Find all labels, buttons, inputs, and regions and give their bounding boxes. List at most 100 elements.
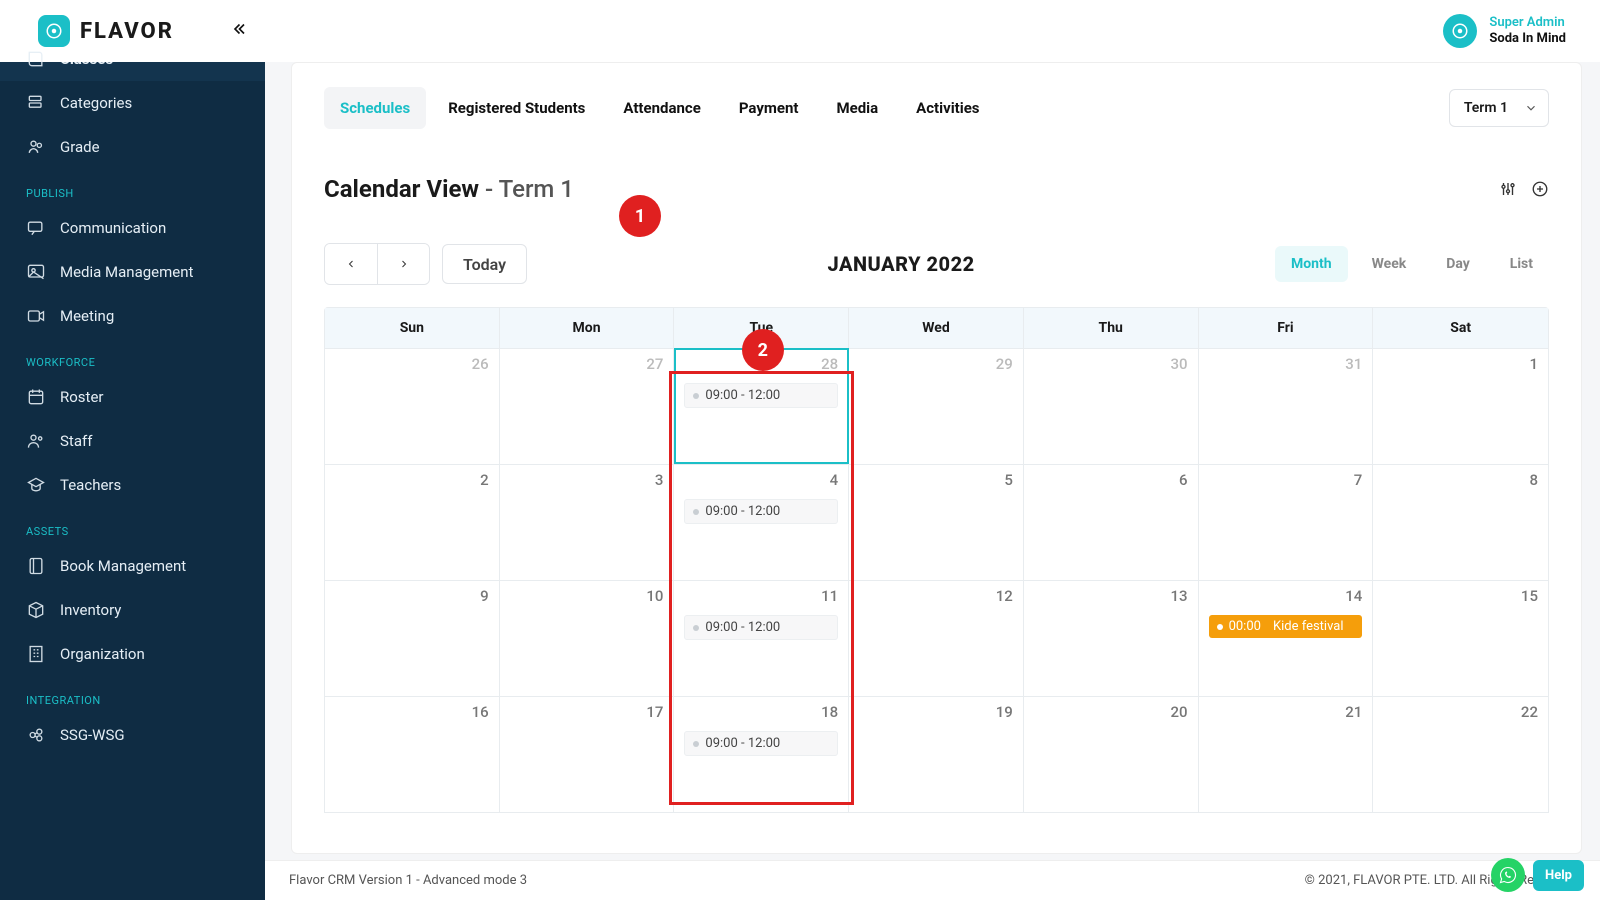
sidebar-section-label: ASSETS — [0, 507, 265, 544]
view-month-button[interactable]: Month — [1275, 246, 1348, 282]
link-icon — [26, 725, 46, 745]
day-cell[interactable]: 27 — [500, 348, 675, 464]
sidebar-item-roster[interactable]: Roster — [0, 375, 265, 419]
sidebar-item-categories[interactable]: Categories — [0, 81, 265, 125]
term-select[interactable]: Term 1 — [1449, 89, 1549, 127]
calendar-event[interactable]: 09:00 - 12:00 — [684, 499, 838, 524]
today-button[interactable]: Today — [442, 244, 527, 284]
day-cell[interactable]: 15 — [1373, 580, 1548, 696]
image-icon — [26, 262, 46, 282]
day-number: 2 — [480, 471, 489, 489]
day-cell[interactable]: 5 — [849, 464, 1024, 580]
day-cell[interactable]: 21 — [1199, 696, 1374, 812]
day-cell[interactable]: 8 — [1373, 464, 1548, 580]
tab-attendance[interactable]: Attendance — [607, 87, 716, 129]
day-number: 10 — [646, 587, 663, 605]
sidebar-item-organization[interactable]: Organization — [0, 632, 265, 676]
user-avatar-icon — [1443, 14, 1477, 48]
calendar-event[interactable]: 09:00 - 12:00 — [684, 383, 838, 408]
day-cell[interactable]: 7 — [1199, 464, 1374, 580]
day-number: 16 — [472, 703, 489, 721]
page-title-sub: - Term 1 — [479, 175, 574, 203]
day-cell[interactable]: 12 — [849, 580, 1024, 696]
view-list-button[interactable]: List — [1494, 246, 1549, 282]
filter-icon[interactable] — [1499, 180, 1517, 198]
day-cell[interactable]: 9 — [325, 580, 500, 696]
building-icon — [26, 644, 46, 664]
sidebar-item-meeting[interactable]: Meeting — [0, 294, 265, 338]
event-dot-icon — [693, 625, 699, 631]
day-cell[interactable]: 6 — [1024, 464, 1199, 580]
footer: Flavor CRM Version 1 - Advanced mode 3 ©… — [265, 860, 1600, 900]
sidebar-item-book-management[interactable]: Book Management — [0, 544, 265, 588]
sidebar-item-teachers[interactable]: Teachers — [0, 463, 265, 507]
calendar-icon — [26, 387, 46, 407]
day-cell[interactable]: 29 — [849, 348, 1024, 464]
day-cell[interactable]: 1 — [1373, 348, 1548, 464]
dow-header: Wed — [849, 308, 1024, 348]
tab-media[interactable]: Media — [820, 87, 894, 129]
sidebar-item-inventory[interactable]: Inventory — [0, 588, 265, 632]
day-cell[interactable]: 31 — [1199, 348, 1374, 464]
tab-registered-students[interactable]: Registered Students — [432, 87, 601, 129]
day-number: 22 — [1521, 703, 1538, 721]
dow-row: SunMonTueWedThuFriSat — [325, 308, 1548, 348]
day-number: 5 — [1004, 471, 1013, 489]
sidebar-item-media-management[interactable]: Media Management — [0, 250, 265, 294]
sidebar: EDUCATIONClassesCategoriesGradePUBLISHCo… — [0, 0, 265, 900]
day-cell[interactable]: 20 — [1024, 696, 1199, 812]
sidebar-item-ssg-wsg[interactable]: SSG-WSG — [0, 713, 265, 757]
day-cell[interactable]: 13 — [1024, 580, 1199, 696]
main: SchedulesRegistered StudentsAttendancePa… — [265, 62, 1600, 900]
whatsapp-button[interactable] — [1491, 858, 1525, 892]
event-dot-icon — [1217, 624, 1223, 630]
day-cell[interactable]: 409:00 - 12:00 — [674, 464, 849, 580]
day-cell[interactable]: 18 09:00 - 12:00 — [674, 696, 849, 812]
sidebar-item-grade[interactable]: Grade — [0, 125, 265, 169]
tab-payment[interactable]: Payment — [723, 87, 815, 129]
day-cell[interactable]: 10 — [500, 580, 675, 696]
day-cell[interactable]: 1400:00Kide festival — [1199, 580, 1374, 696]
calendar-event[interactable]: 09:00 - 12:00 — [684, 615, 838, 640]
add-icon[interactable] — [1531, 180, 1549, 198]
sidebar-item-label: Organization — [60, 645, 145, 663]
event-dot-icon — [693, 741, 699, 747]
dow-header: Sun — [325, 308, 500, 348]
event-label: Kide festival — [1273, 619, 1344, 634]
sidebar-item-staff[interactable]: Staff — [0, 419, 265, 463]
day-cell[interactable]: 26 — [325, 348, 500, 464]
sidebar-section-label: WORKFORCE — [0, 338, 265, 375]
help-button[interactable]: Help — [1533, 860, 1584, 891]
day-cell[interactable]: 30 — [1024, 348, 1199, 464]
page-title: Calendar View - Term 1 — [324, 175, 574, 203]
day-cell[interactable]: 22 — [1373, 696, 1548, 812]
day-number: 9 — [480, 587, 489, 605]
day-cell[interactable]: 19 — [849, 696, 1024, 812]
calendar-next-button[interactable] — [377, 244, 429, 284]
user-card[interactable]: Super Admin Soda In Mind — [1443, 14, 1566, 48]
day-number: 11 — [821, 587, 838, 605]
calendar-event[interactable]: 00:00Kide festival — [1209, 615, 1363, 638]
day-cell[interactable]: 16 — [325, 696, 500, 812]
sidebar-collapse-button[interactable] — [229, 20, 247, 42]
day-cell[interactable]: 11 09:00 - 12:00 — [674, 580, 849, 696]
event-time: 09:00 - 12:00 — [705, 736, 780, 751]
layers-icon — [26, 93, 46, 113]
page-title-main: Calendar View — [324, 175, 479, 203]
day-cell[interactable]: 2 — [325, 464, 500, 580]
view-week-button[interactable]: Week — [1356, 246, 1423, 282]
view-day-button[interactable]: Day — [1430, 246, 1486, 282]
book-icon — [26, 49, 46, 69]
sidebar-item-label: Roster — [60, 388, 103, 406]
day-number: 26 — [472, 355, 489, 373]
day-cell[interactable]: 3 — [500, 464, 675, 580]
sidebar-item-communication[interactable]: Communication — [0, 206, 265, 250]
event-dot-icon — [693, 393, 699, 399]
day-number: 28 — [821, 355, 838, 373]
calendar-event[interactable]: 09:00 - 12:00 — [684, 731, 838, 756]
day-number: 18 — [821, 703, 838, 721]
tab-activities[interactable]: Activities — [900, 87, 995, 129]
day-cell[interactable]: 17 — [500, 696, 675, 812]
calendar-prev-button[interactable] — [325, 244, 377, 284]
tab-schedules[interactable]: Schedules — [324, 87, 426, 129]
